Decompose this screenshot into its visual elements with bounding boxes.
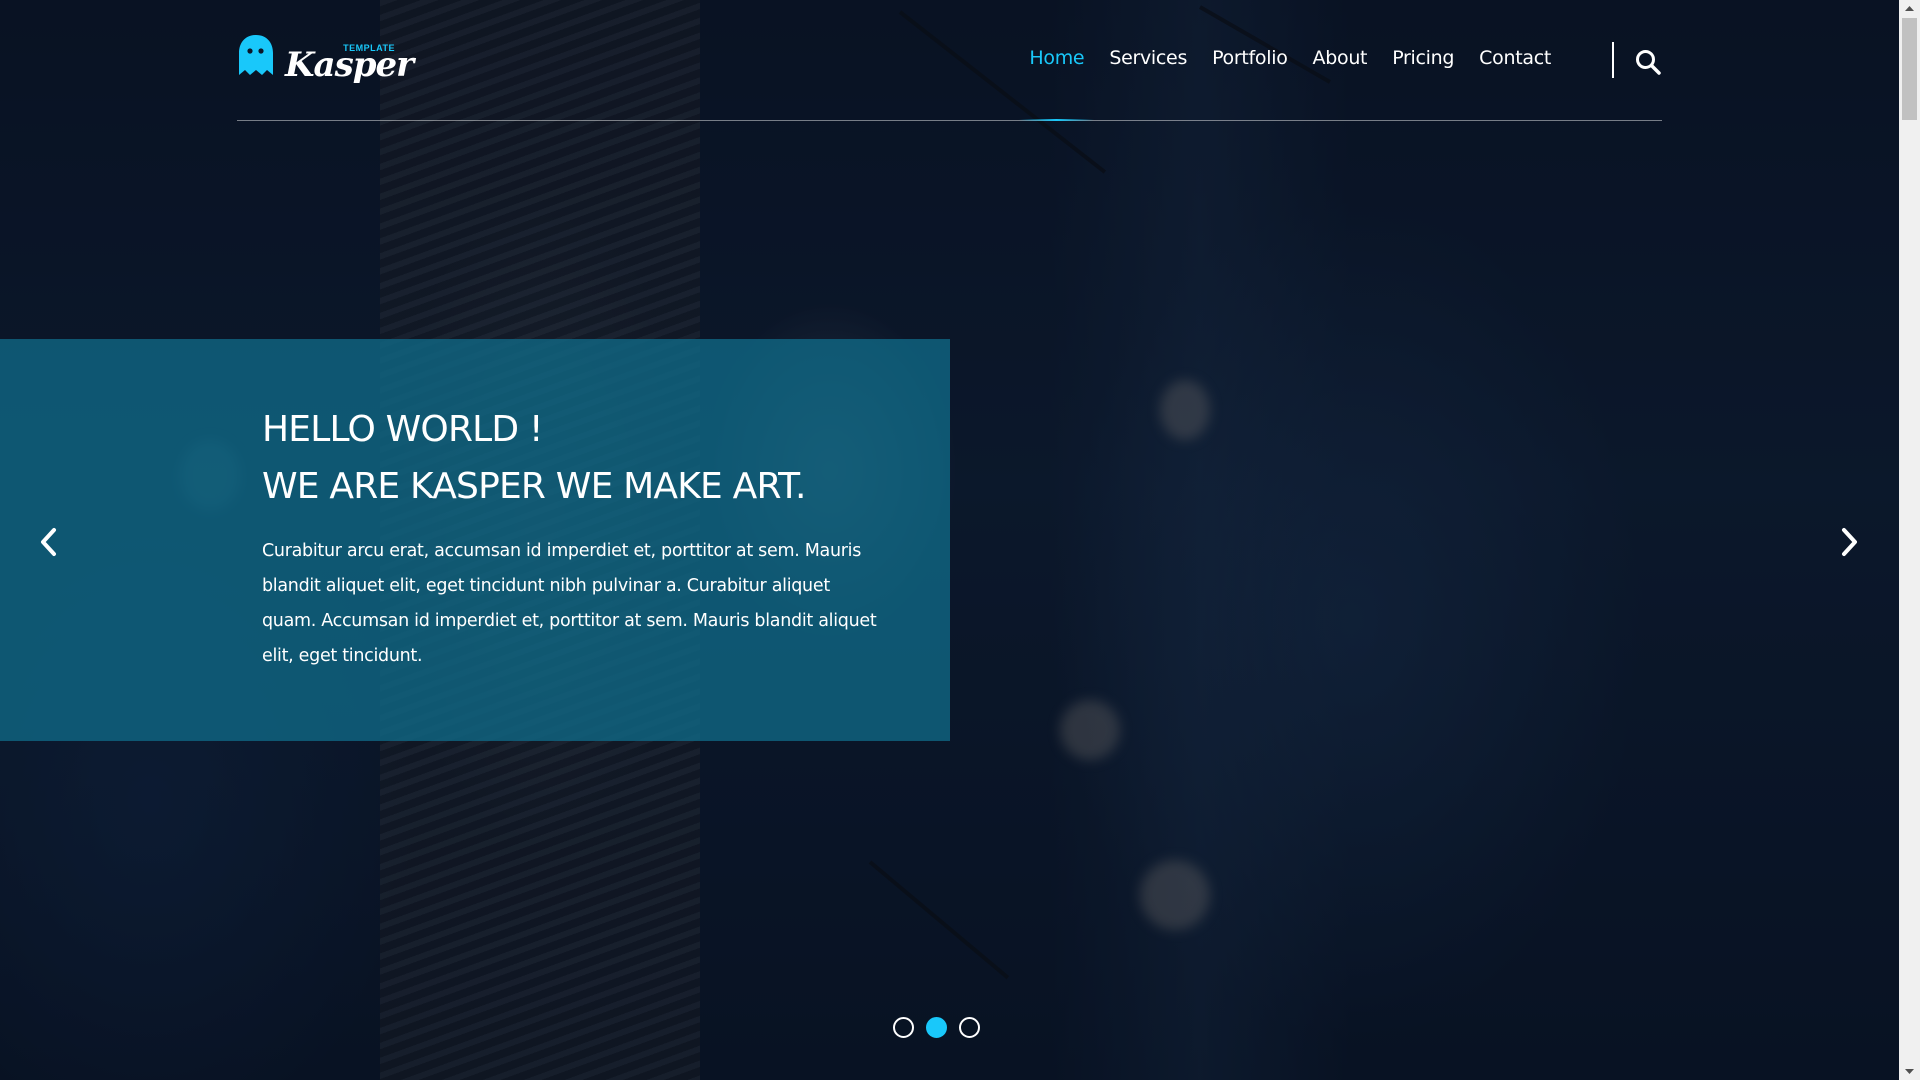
nav-item-portfolio[interactable]: Portfolio: [1212, 47, 1288, 120]
logo-name: Kasper: [285, 45, 414, 85]
nav-item-pricing[interactable]: Pricing: [1392, 47, 1454, 120]
slide-title-line2: WE ARE KASPER WE MAKE ART.: [262, 466, 806, 507]
search-icon: [1636, 50, 1661, 75]
slide-title-line1: HELLO WORLD !: [262, 409, 543, 450]
scrollbar-thumb[interactable]: [1902, 18, 1917, 120]
slide-title: HELLO WORLD ! WE ARE KASPER WE MAKE ART.: [262, 401, 806, 515]
carousel-indicators: [893, 1017, 992, 1038]
ghost-logo-icon: [239, 35, 273, 75]
main-nav: Home Services Portfolio About Pricing Co…: [1004, 47, 1551, 121]
carousel-dot-active[interactable]: [926, 1017, 947, 1038]
scroll-up-arrow-icon[interactable]: [1899, 0, 1920, 17]
chevron-left-icon: [41, 528, 56, 556]
logo-wordmark: TEMPLATE Kasper: [285, 33, 414, 85]
search-button[interactable]: [1634, 48, 1662, 76]
slide-caption: HELLO WORLD ! WE ARE KASPER WE MAKE ART.…: [0, 339, 950, 741]
slide-body: Curabitur arcu erat, accumsan id imperdi…: [262, 541, 877, 666]
nav-item-services[interactable]: Services: [1109, 47, 1187, 120]
nav-divider: [1612, 42, 1614, 78]
logo[interactable]: TEMPLATE Kasper: [237, 33, 414, 85]
scroll-down-arrow-icon[interactable]: [1899, 1063, 1920, 1080]
vertical-scrollbar[interactable]: [1899, 0, 1920, 1080]
site-header: TEMPLATE Kasper Home Services Portfolio …: [237, 0, 1662, 121]
nav-item-contact[interactable]: Contact: [1479, 47, 1551, 120]
carousel-dot[interactable]: [959, 1017, 980, 1038]
nav-item-about[interactable]: About: [1313, 47, 1368, 120]
carousel-next-button[interactable]: [1834, 522, 1864, 562]
carousel-dot[interactable]: [893, 1017, 914, 1038]
chevron-right-icon: [1842, 528, 1857, 556]
nav-item-home[interactable]: Home: [1019, 47, 1095, 121]
carousel-prev-button[interactable]: [34, 522, 64, 562]
